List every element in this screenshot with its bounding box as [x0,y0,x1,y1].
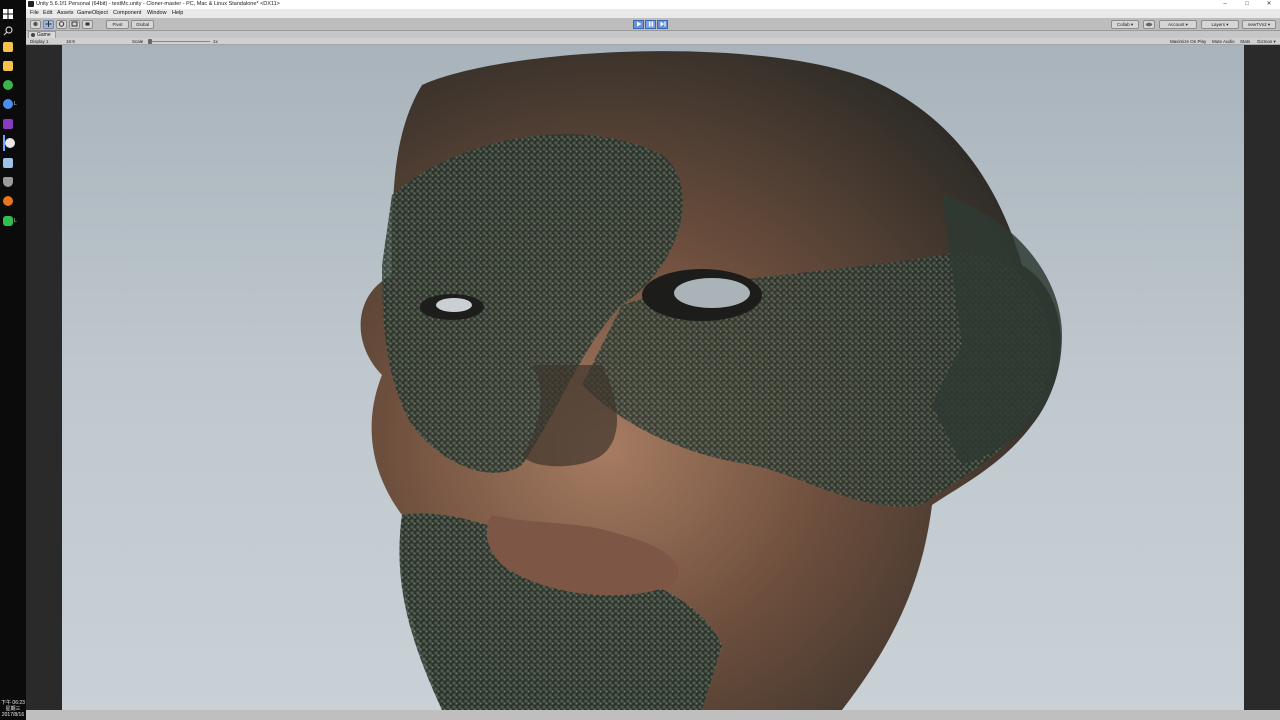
game-view-bottom-strip [26,710,1280,720]
menu-bar: File Edit Assets GameObject Component Wi… [26,9,1280,18]
clock-date: 2017/8/16 [1,712,25,718]
rect-tool-button[interactable] [82,20,93,29]
wechat-icon [3,80,13,90]
gizmos-dropdown[interactable]: Gizmos ▾ [1257,38,1276,45]
game-view-icon [31,33,35,37]
cloud-icon [1145,22,1153,27]
taskbar-clock[interactable]: 下午 06:23 星期三 2017/8/16 [0,700,26,718]
play-icon [636,21,641,27]
start-windows-icon [3,6,13,19]
scale-slider-handle[interactable] [148,39,152,44]
aspect-dropdown[interactable]: 16:9 [66,38,75,45]
play-button[interactable] [633,20,644,29]
rotate-icon [58,21,65,27]
collab-dropdown[interactable]: Collab ▾ [1111,20,1139,29]
taskbar-app-browser[interactable]: L [3,96,23,112]
taskbar-search[interactable] [3,20,23,36]
scale-value: 1x [213,39,218,44]
taskbar-app-onenote[interactable] [3,116,23,132]
window-icon [3,158,13,168]
taskbar-app-wechat[interactable] [3,77,23,93]
menu-assets[interactable]: Assets [57,10,74,17]
layout-dropdown[interactable]: newTVs2 ▾ [1242,20,1276,29]
rect-icon [85,22,90,26]
mute-audio-toggle[interactable]: Mute Audio [1212,38,1235,45]
taskbar-app-explorer-2[interactable] [3,58,23,74]
display-dropdown[interactable]: Display 1 [30,38,49,45]
window-title: Unity 5.6.1f1 Personal (64bit) - testMc.… [36,1,280,7]
pause-button[interactable] [645,20,656,29]
line-icon [3,216,13,226]
unity-editor: Unity 5.6.1f1 Personal (64bit) - testMc.… [26,0,1280,720]
scale-label: Scale [132,39,144,44]
taskbar-app-firefox[interactable] [3,193,23,209]
rotate-tool-button[interactable] [56,20,67,29]
taskbar-app-unity[interactable] [3,135,23,151]
onenote-icon [3,119,13,129]
firefox-icon [3,196,13,206]
unity-icon [28,1,34,7]
main-toolbar: Pivot Global Collab ▾ Account ▾ Layers ▾… [26,18,1280,31]
letterbox-right [1244,45,1280,710]
pivot-toggle[interactable]: Pivot [106,20,129,29]
taskbar-app-label: L [14,100,17,107]
file-explorer-icon [3,61,13,71]
desktop: L L 下午 06:23 星期三 2017/8/16 Unity 5.6.1f1… [0,0,1280,720]
menu-file[interactable]: File [30,10,39,17]
game-tab-strip: Game [26,31,1280,38]
stats-toggle[interactable]: Stats [1240,38,1250,45]
maximize-on-play-toggle[interactable]: Maximize On Play [1170,38,1206,45]
global-toggle[interactable]: Global [131,20,154,29]
scale-icon [71,21,78,27]
start-button[interactable] [3,3,23,19]
minimize-button[interactable]: – [1214,0,1236,9]
scale-slider[interactable] [150,41,210,42]
rendered-head-scene [62,45,1244,710]
file-explorer-icon [3,42,13,52]
taskbar-app-explorer-1[interactable] [3,39,23,55]
search-icon [3,23,13,36]
step-icon [660,21,665,27]
tab-game[interactable]: Game [28,31,56,38]
shield-icon [3,177,13,187]
windows-taskbar: L L 下午 06:23 星期三 2017/8/16 [0,0,26,720]
account-dropdown[interactable]: Account ▾ [1159,20,1197,29]
taskbar-app-window[interactable] [3,155,23,171]
menu-edit[interactable]: Edit [43,10,52,17]
letterbox-left [26,45,62,710]
move-icon [45,21,52,27]
menu-window[interactable]: Window [147,10,167,17]
maximize-button[interactable]: □ [1236,0,1258,9]
scale-tool-button[interactable] [69,20,80,29]
cloud-button[interactable] [1143,20,1155,29]
hand-tool-button[interactable] [30,20,41,29]
taskbar-app-line[interactable]: L [3,213,23,229]
step-button[interactable] [657,20,668,29]
hand-icon [33,21,38,27]
title-bar: Unity 5.6.1f1 Personal (64bit) - testMc.… [26,0,1280,9]
pause-icon [648,21,653,27]
taskbar-app-security[interactable] [3,174,23,190]
close-button[interactable]: ✕ [1258,0,1280,9]
game-viewport[interactable] [26,45,1280,720]
taskbar-app-label: L [14,217,17,224]
menu-component[interactable]: Component [113,10,141,17]
game-view-toolbar: Display 1 16:9 Scale 1x Maximize On Play… [26,38,1280,45]
layers-dropdown[interactable]: Layers ▾ [1201,20,1239,29]
menu-help[interactable]: Help [172,10,183,17]
menu-gameobject[interactable]: GameObject [77,10,108,17]
unity-icon [5,138,15,148]
move-tool-button[interactable] [43,20,54,29]
app-icon [3,99,13,109]
